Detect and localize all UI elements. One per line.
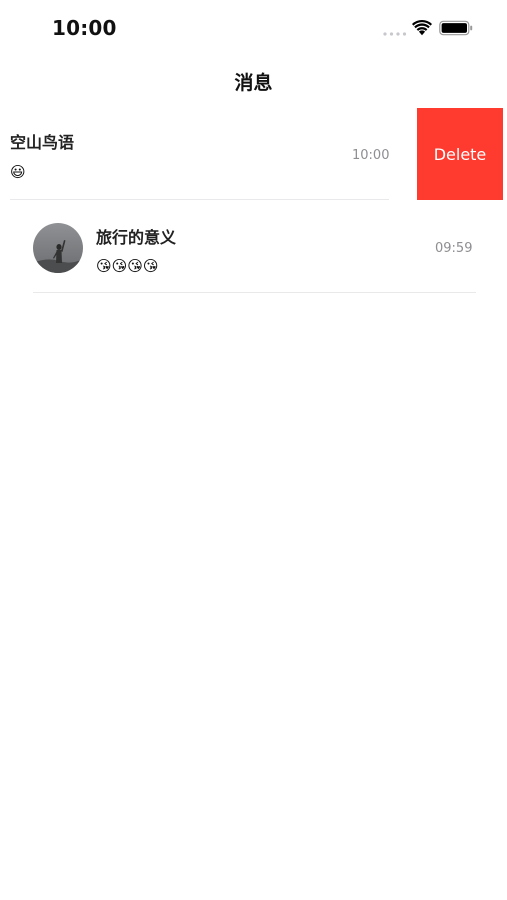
avatar (33, 223, 83, 273)
status-bar: 10:00 (0, 0, 507, 56)
contact-name: 旅行的意义 (96, 228, 177, 247)
message-time: 10:00 (352, 148, 390, 163)
delete-button[interactable]: Delete (417, 108, 503, 200)
contact-name: 空山鸟语 (10, 133, 75, 152)
message-time: 09:59 (435, 241, 473, 256)
conversation-row[interactable]: 空山鸟语 😃 10:00 (0, 108, 417, 199)
wifi-icon (412, 20, 432, 36)
last-message: 😘😘😘😘 (96, 257, 159, 275)
status-time: 10:00 (52, 16, 117, 40)
battery-icon (439, 20, 473, 36)
page-title: 消息 (234, 72, 273, 94)
cellular-signal-icon (383, 32, 407, 36)
conversation-row[interactable]: 旅行的意义 😘😘😘😘 09:59 (0, 200, 507, 292)
row-divider (33, 292, 476, 293)
last-message: 😃 (10, 163, 26, 181)
